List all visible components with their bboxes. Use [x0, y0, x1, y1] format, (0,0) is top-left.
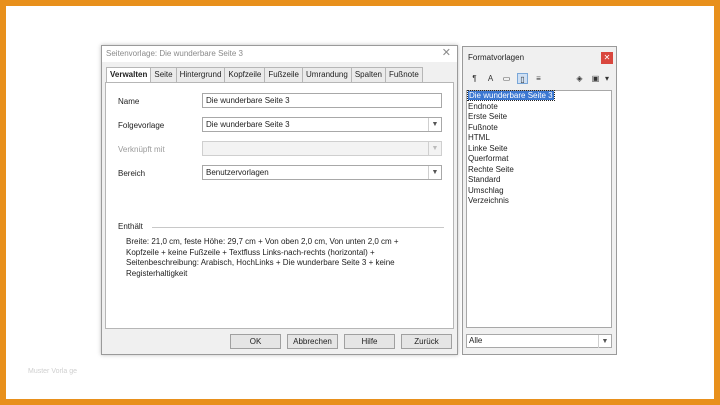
- help-button[interactable]: Hilfe: [344, 334, 395, 349]
- styles-panel-title: Formatvorlagen: [468, 53, 525, 62]
- styles-toolbar: ¶ A ▭ ▯ ≡ ◈ ▣ ▾: [466, 73, 613, 87]
- list-item[interactable]: Linke Seite: [467, 144, 611, 155]
- tab-bar: Verwalten Seite Hintergrund Kopfzeile Fu…: [106, 67, 423, 83]
- list-item[interactable]: Umschlag: [467, 186, 611, 197]
- list-item[interactable]: Erste Seite: [467, 112, 611, 123]
- bereich-label: Bereich: [118, 169, 146, 178]
- list-item[interactable]: Querformat: [467, 154, 611, 165]
- name-input[interactable]: Die wunderbare Seite 3: [202, 93, 442, 108]
- list-item[interactable]: Standard: [467, 175, 611, 186]
- close-icon[interactable]: ✕: [601, 52, 613, 64]
- verknuepft-label: Verknüpft mit: [118, 145, 165, 154]
- chevron-down-icon[interactable]: ▼: [598, 335, 611, 348]
- styles-filter-select[interactable]: Alle ▼: [466, 334, 612, 348]
- name-label: Name: [118, 97, 140, 106]
- folgevorlage-select[interactable]: Die wunderbare Seite 3 ▼: [202, 117, 442, 132]
- style-description: Breite: 21,0 cm, feste Höhe: 29,7 cm + V…: [126, 237, 399, 278]
- section-divider: [152, 227, 444, 228]
- tab-kopfzeile[interactable]: Kopfzeile: [224, 67, 266, 82]
- list-item[interactable]: HTML: [467, 133, 611, 144]
- dialog-titlebar: Seitenvorlage: Die wunderbare Seite 3 ✕: [102, 46, 457, 62]
- ok-button[interactable]: OK: [230, 334, 281, 349]
- fill-format-icon[interactable]: ◈: [574, 73, 585, 84]
- folgevorlage-value: Die wunderbare Seite 3: [206, 120, 290, 129]
- page-styles-icon[interactable]: ▯: [517, 73, 528, 84]
- back-button[interactable]: Zurück: [401, 334, 452, 349]
- tab-fusszeile[interactable]: Fußzeile: [264, 67, 304, 82]
- list-item[interactable]: Rechte Seite: [467, 165, 611, 176]
- chevron-down-icon[interactable]: ▾: [603, 73, 611, 84]
- section-title-enthaelt: Enthält: [118, 222, 143, 231]
- folgevorlage-label: Folgevorlage: [118, 121, 165, 130]
- styles-filter-value: Alle: [469, 336, 483, 345]
- tab-panel-verwalten: Name Die wunderbare Seite 3 Folgevorlage…: [105, 82, 454, 329]
- frame-styles-icon[interactable]: ▭: [501, 73, 512, 84]
- dialog-title: Seitenvorlage: Die wunderbare Seite 3: [106, 49, 243, 58]
- cancel-button[interactable]: Abbrechen: [287, 334, 338, 349]
- tab-umrandung[interactable]: Umrandung: [302, 67, 352, 82]
- styles-list: Die wunderbare Seite 3 Endnote Erste Sei…: [466, 90, 612, 328]
- character-styles-icon[interactable]: A: [485, 73, 496, 84]
- list-styles-icon[interactable]: ≡: [533, 73, 544, 84]
- tab-spalten[interactable]: Spalten: [350, 67, 386, 82]
- bereich-select[interactable]: Benutzervorlagen ▼: [202, 165, 442, 180]
- styles-panel: Formatvorlagen ✕ ¶ A ▭ ▯ ≡ ◈ ▣ ▾ Die wun…: [462, 46, 617, 355]
- tab-seite[interactable]: Seite: [150, 67, 177, 82]
- tab-verwalten[interactable]: Verwalten: [106, 67, 152, 83]
- chevron-down-icon: ▼: [428, 142, 441, 155]
- bereich-value: Benutzervorlagen: [206, 168, 269, 177]
- close-icon[interactable]: ✕: [442, 47, 451, 59]
- page-style-dialog: Seitenvorlage: Die wunderbare Seite 3 ✕ …: [101, 45, 458, 355]
- watermark-text: Muster Vorla ge: [28, 368, 78, 375]
- chevron-down-icon[interactable]: ▼: [428, 166, 441, 179]
- list-item[interactable]: Fußnote: [467, 123, 611, 134]
- list-item[interactable]: Die wunderbare Seite 3: [467, 90, 611, 102]
- tab-fussnote[interactable]: Fußnote: [384, 67, 423, 82]
- list-item[interactable]: Verzeichnis: [467, 196, 611, 207]
- chevron-down-icon[interactable]: ▼: [428, 118, 441, 131]
- new-style-icon[interactable]: ▣: [590, 73, 601, 84]
- tab-hintergrund[interactable]: Hintergrund: [175, 67, 226, 82]
- verknuepft-select: ▼: [202, 141, 442, 156]
- paragraph-styles-icon[interactable]: ¶: [469, 73, 480, 84]
- list-item[interactable]: Endnote: [467, 102, 611, 113]
